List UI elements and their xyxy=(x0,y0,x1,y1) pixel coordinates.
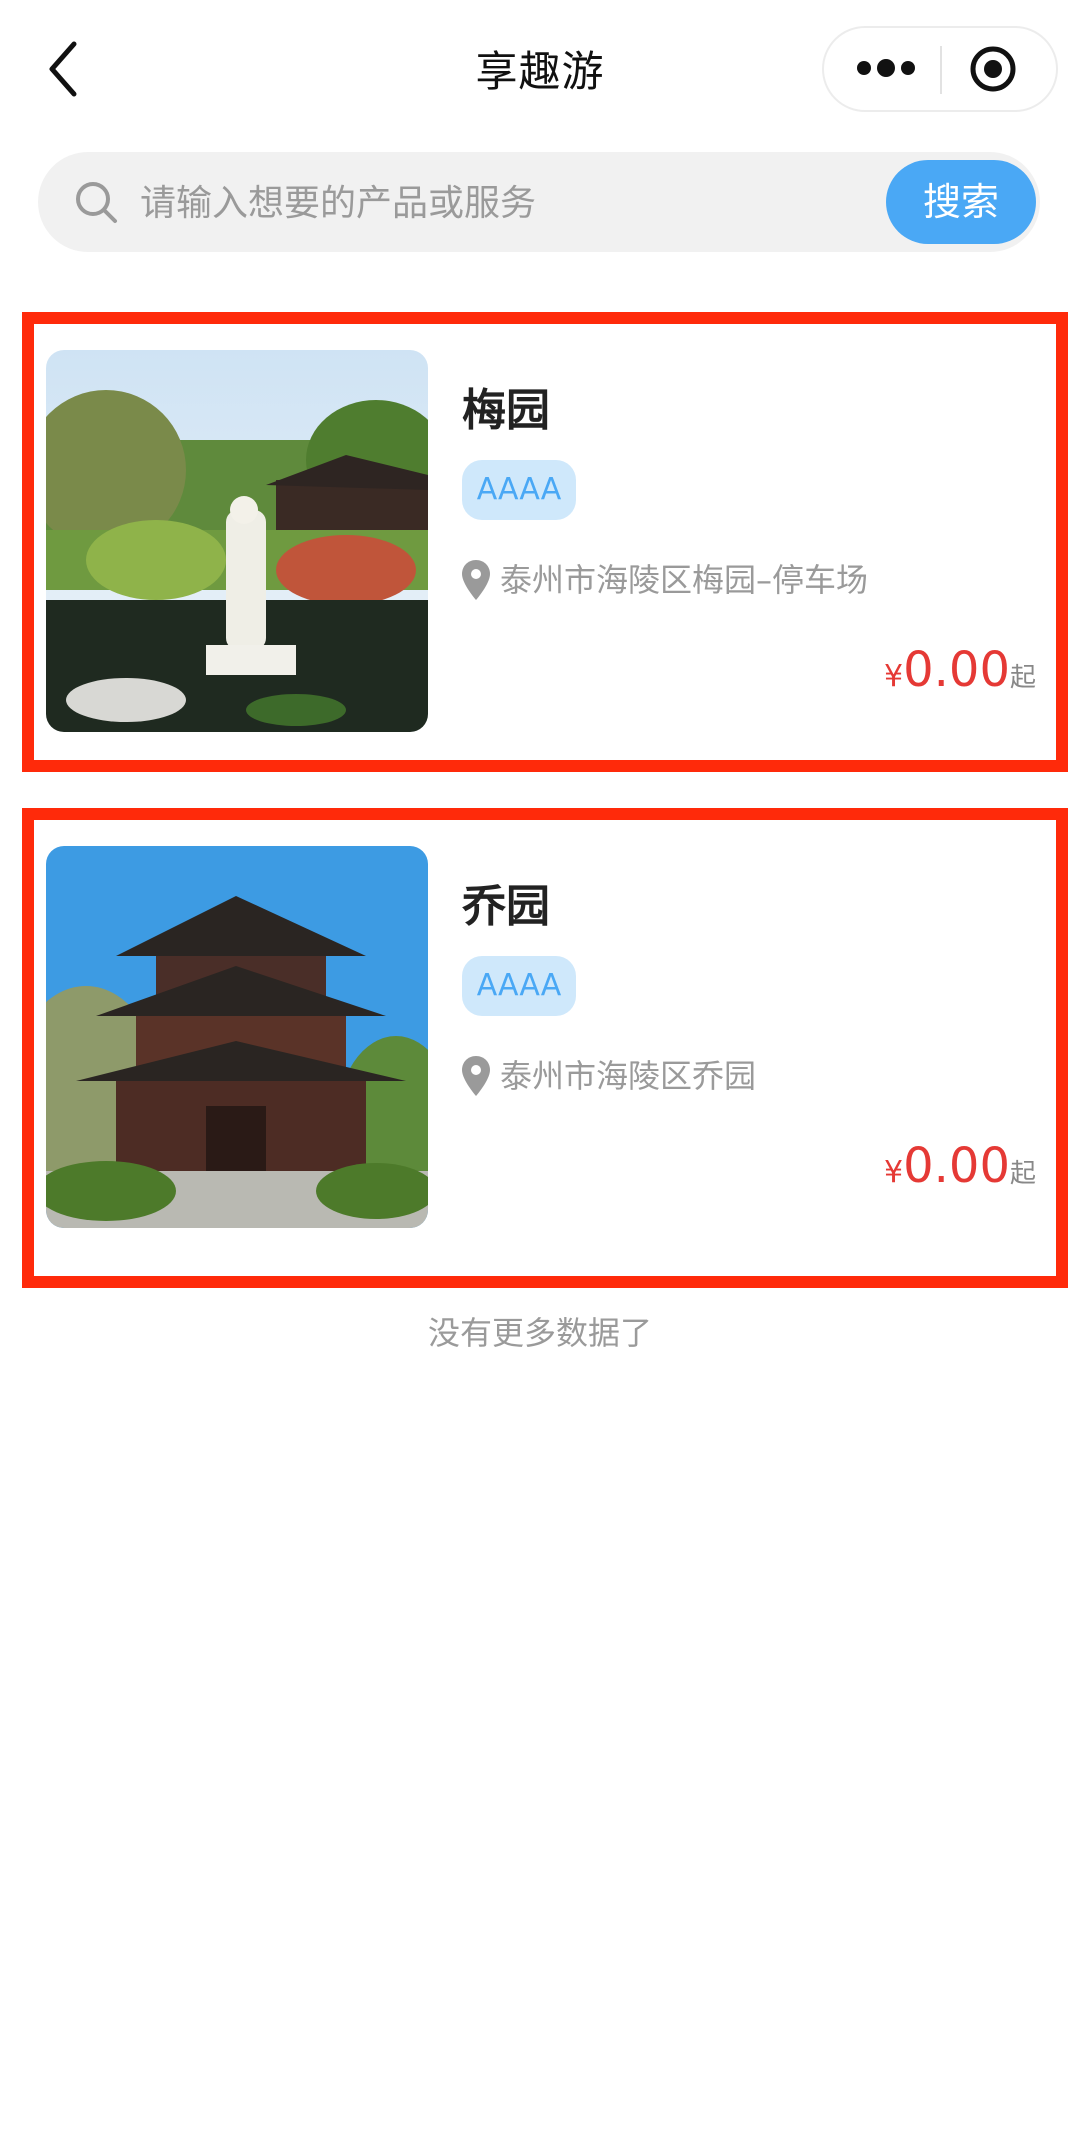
more-button[interactable] xyxy=(824,28,940,110)
location-pin-icon xyxy=(462,560,490,600)
scenic-title: 乔园 xyxy=(462,881,550,932)
mini-program-capsule xyxy=(822,26,1058,112)
location-text: 泰州市海陵区梅园–停车场 xyxy=(500,561,869,599)
location-text: 泰州市海陵区乔园 xyxy=(500,1057,757,1095)
price-value: 0.00 xyxy=(903,642,1010,698)
price: ¥0.00起 xyxy=(884,642,1036,698)
no-more-data-text: 没有更多数据了 xyxy=(427,1314,652,1352)
list-item[interactable]: 乔园 AAAA 泰州市海陵区乔园 ¥0.00起 xyxy=(22,808,1068,1288)
search-bar: 搜索 xyxy=(38,152,1040,252)
price: ¥0.00起 xyxy=(884,1138,1036,1194)
scenic-title: 梅园 xyxy=(462,385,550,436)
scenic-photo xyxy=(46,350,428,732)
search-button[interactable]: 搜索 xyxy=(886,160,1036,244)
location-pin-icon xyxy=(462,1056,490,1096)
scenic-photo xyxy=(46,846,428,1228)
search-icon xyxy=(76,182,117,223)
target-icon xyxy=(970,46,1016,92)
rating-badge: AAAA xyxy=(462,956,576,1016)
price-value: 0.00 xyxy=(903,1138,1010,1194)
close-miniprogram-button[interactable] xyxy=(968,44,1018,94)
price-currency: ¥ xyxy=(884,1155,904,1190)
rating-badge: AAAA xyxy=(462,460,576,520)
capsule-divider xyxy=(940,46,942,94)
price-currency: ¥ xyxy=(884,659,904,694)
nav-bar: 享趣游 xyxy=(0,0,1080,140)
search-input[interactable] xyxy=(138,174,902,232)
list-item[interactable]: 梅园 AAAA 泰州市海陵区梅园–停车场 ¥0.00起 xyxy=(22,312,1068,772)
price-suffix: 起 xyxy=(1009,1159,1036,1189)
more-dots-icon xyxy=(857,61,871,75)
price-suffix: 起 xyxy=(1009,663,1036,693)
